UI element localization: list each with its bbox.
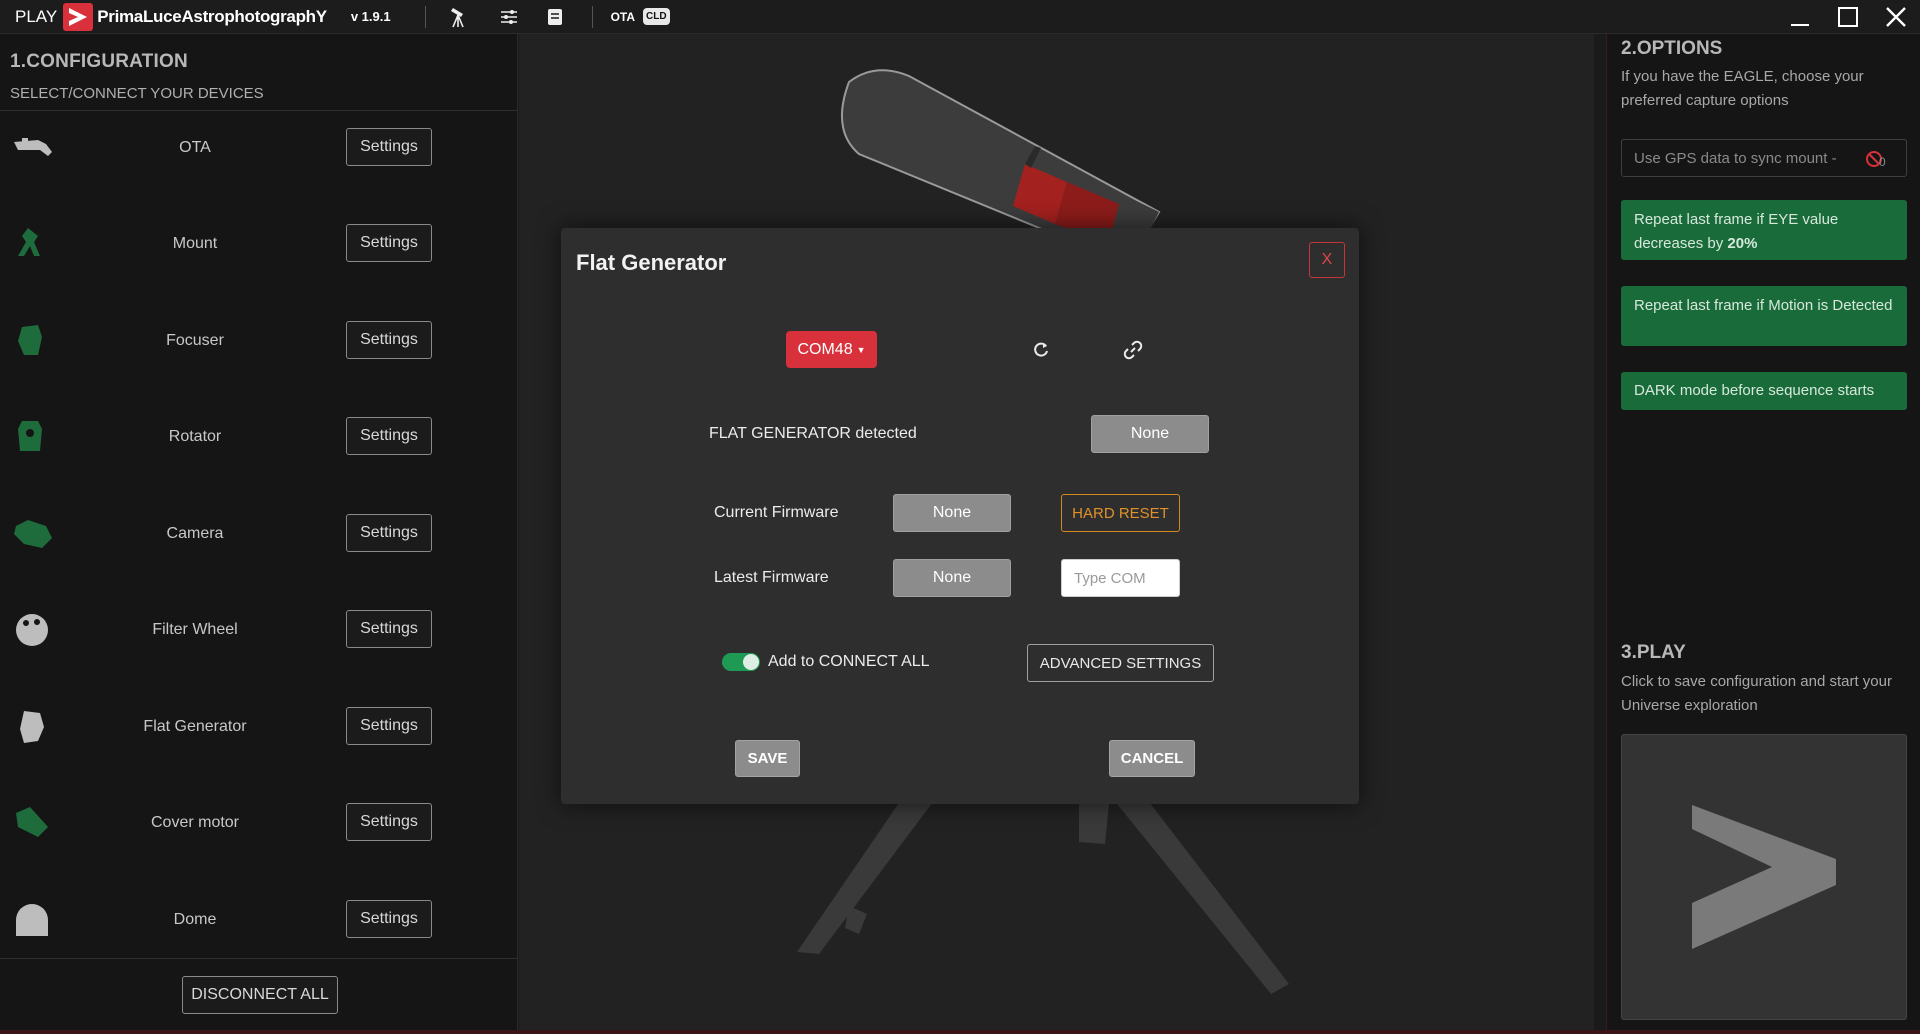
focuser-settings-button[interactable]: Settings [346, 321, 432, 359]
titlebar-divider [424, 5, 426, 28]
refresh-icon[interactable] [1021, 330, 1061, 370]
advanced-settings-button[interactable]: ADVANCED SETTINGS [1027, 644, 1214, 682]
hard-reset-button[interactable]: HARD RESET [1061, 494, 1180, 532]
divider [0, 110, 518, 111]
gps-sync-option[interactable]: Use GPS data to sync mount - 0 [1621, 139, 1907, 177]
camera-settings-button[interactable]: Settings [346, 514, 432, 552]
current-firmware-value: None [893, 494, 1011, 532]
device-label: Dome [173, 911, 217, 928]
focuser-icon[interactable] [12, 323, 54, 359]
device-label: Rotator [168, 428, 222, 445]
maximize-icon[interactable] [1824, 0, 1872, 34]
type-com-input[interactable] [1061, 559, 1180, 597]
title-bar: PLAY PrimaLuceAstrophotographY v 1.9.1 O… [0, 0, 1920, 34]
repeat-motion-option[interactable]: Repeat last frame if Motion is Detected [1621, 286, 1907, 346]
gps-count: 0 [1879, 155, 1886, 169]
repeat-eye-value: 20% [1727, 235, 1758, 252]
detected-label: FLAT GENERATOR detected [709, 425, 917, 442]
sliders-icon[interactable] [496, 4, 522, 30]
device-row-focuser: Focuser Settings [0, 311, 518, 371]
link-icon[interactable] [1113, 330, 1153, 370]
list-icon[interactable] [542, 4, 568, 30]
disconnect-all-button[interactable]: DISCONNECT ALL [182, 976, 338, 1014]
telescope-icon[interactable] [446, 4, 472, 30]
options-title: 2.OPTIONS [1621, 38, 1723, 59]
connect-all-toggle[interactable] [722, 653, 760, 671]
close-window-icon[interactable] [1872, 0, 1920, 34]
device-label: OTA [179, 139, 211, 156]
dome-icon[interactable] [12, 902, 54, 938]
options-description: If you have the EAGLE, choose your prefe… [1621, 68, 1864, 109]
device-label: Cover motor [150, 814, 240, 831]
options-panel: 2.OPTIONS If you have the EAGLE, choose … [1606, 34, 1920, 1030]
mount-settings-button[interactable]: Settings [346, 224, 432, 262]
device-row-filter-wheel: Filter Wheel Settings [0, 600, 518, 660]
latest-firmware-value: None [893, 559, 1011, 597]
device-row-rotator: Rotator Settings [0, 407, 518, 467]
play-description: Click to save configuration and start yo… [1621, 673, 1892, 714]
device-label: Filter Wheel [152, 621, 238, 638]
gps-satellite-icon: 0 [1866, 151, 1886, 169]
dialog-title: Flat Generator [576, 250, 727, 275]
device-row-camera: Camera Settings [0, 504, 518, 564]
ota-settings-button[interactable]: Settings [346, 128, 432, 166]
com-port-value: COM48 [797, 340, 853, 358]
device-row-mount: Mount Settings [0, 214, 518, 274]
configuration-title: 1.CONFIGURATION [10, 51, 188, 72]
device-row-ota: OTA Settings [0, 118, 518, 178]
device-row-cover-motor: Cover motor Settings [0, 793, 518, 853]
app-play-label: PLAY [15, 6, 58, 26]
rotator-icon[interactable] [12, 419, 54, 455]
filter-wheel-settings-button[interactable]: Settings [346, 610, 432, 648]
divider [0, 958, 518, 959]
app-version: v 1.9.1 [350, 9, 391, 24]
mount-icon[interactable] [12, 226, 54, 262]
minimize-icon[interactable] [1776, 0, 1824, 34]
cancel-button[interactable]: CANCEL [1109, 740, 1195, 777]
toggle-knob [743, 654, 759, 670]
close-dialog-button[interactable]: X [1309, 242, 1345, 278]
flat-generator-icon[interactable] [12, 709, 54, 745]
save-button[interactable]: SAVE [735, 740, 800, 777]
app-brand-name: PrimaLuceAstrophotographY [97, 6, 327, 26]
dome-settings-button[interactable]: Settings [346, 900, 432, 938]
flat-generator-settings-button[interactable]: Settings [346, 707, 432, 745]
play-title: 3.PLAY [1621, 642, 1686, 663]
cld-badge[interactable]: CLD [643, 8, 670, 25]
ota-label[interactable]: OTA [611, 10, 635, 24]
gps-sync-label: Use GPS data to sync mount - [1634, 149, 1837, 167]
rotator-settings-button[interactable]: Settings [346, 417, 432, 455]
cover-motor-icon[interactable] [12, 805, 54, 841]
bottom-border [0, 1030, 1920, 1034]
repeat-eye-option[interactable]: Repeat last frame if EYE value decreases… [1621, 200, 1907, 260]
com-port-dropdown[interactable]: COM48 ▼ [786, 331, 877, 368]
dark-mode-option[interactable]: DARK mode before sequence starts [1621, 372, 1907, 410]
device-label: Flat Generator [143, 718, 247, 735]
titlebar-divider [591, 5, 593, 28]
filter-wheel-icon[interactable] [12, 612, 54, 648]
flat-generator-dialog: Flat Generator X COM48 ▼ FLAT GENERATOR … [561, 228, 1359, 804]
camera-icon[interactable] [12, 516, 54, 552]
play-start-button[interactable] [1621, 734, 1907, 1020]
device-label: Camera [166, 525, 224, 542]
latest-firmware-label: Latest Firmware [714, 569, 829, 586]
ota-icon[interactable] [12, 130, 54, 166]
caret-down-icon: ▼ [856, 344, 866, 355]
device-row-dome: Dome Settings [0, 890, 518, 950]
current-firmware-label: Current Firmware [714, 504, 839, 521]
device-label: Mount [172, 235, 218, 252]
device-label: Focuser [166, 332, 224, 349]
cover-motor-settings-button[interactable]: Settings [346, 803, 432, 841]
configuration-panel: 1.CONFIGURATION SELECT/CONNECT YOUR DEVI… [0, 34, 518, 1030]
configuration-subtitle: SELECT/CONNECT YOUR DEVICES [10, 85, 264, 102]
window-controls [1776, 0, 1920, 34]
device-row-flat-generator: Flat Generator Settings [0, 697, 518, 757]
primaluce-logo-icon [63, 2, 94, 31]
detected-value: None [1091, 415, 1209, 453]
connect-all-label: Add to CONNECT ALL [768, 653, 930, 670]
play-arrow-icon [1692, 805, 1836, 949]
